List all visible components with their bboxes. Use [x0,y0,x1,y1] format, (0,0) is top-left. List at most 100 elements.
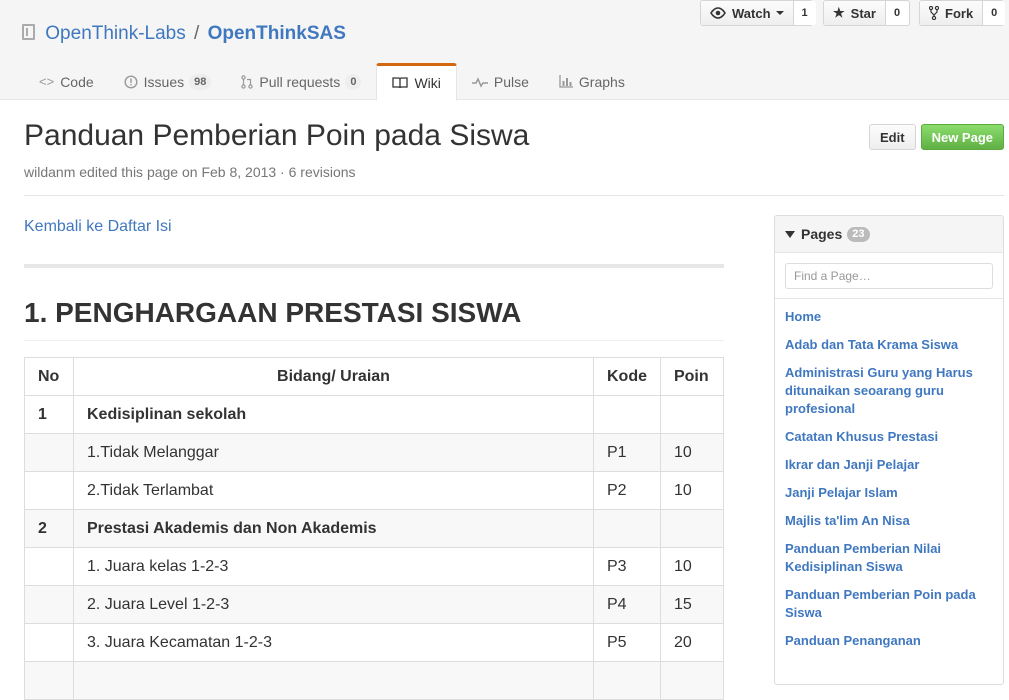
find-page-input[interactable] [785,263,993,289]
watch-label: Watch [732,5,771,21]
page-link[interactable]: Panduan Pemberian Poin pada Siswa [785,587,976,620]
repo-header: OpenThink-Labs / OpenThinkSAS Watch 1 ★ … [0,0,1009,101]
star-count[interactable]: 0 [885,1,909,25]
cell-poin: 15 [659,585,725,624]
list-item: Panduan Pemberian Poin pada Siswa [785,581,993,627]
list-item: Home [785,303,993,331]
table-header-row: No Bidang/ Uraian Kode Poin [24,357,725,396]
cell-uraian: 1. Juara kelas 1-2-3 [72,547,594,586]
cell-no [24,471,74,510]
cell-poin: 10 [659,471,725,510]
watch-count[interactable]: 1 [793,1,816,25]
cell-uraian: 2.Tidak Terlambat [72,471,594,510]
pull-request-icon [241,74,254,89]
table-row: 1. Juara kelas 1-2-3 P3 10 [24,547,725,586]
table-row: 1 Kedisiplinan sekolah [24,395,725,434]
cell-no [24,433,74,472]
cell-kode [592,661,661,700]
issue-icon [124,74,138,89]
tab-pull-requests-label: Pull requests [259,73,341,90]
repo-title: OpenThink-Labs / OpenThinkSAS [22,22,346,46]
pull-requests-count: 0 [345,73,362,90]
cell-poin: 10 [659,433,725,472]
repo-name-link[interactable]: OpenThinkSAS [208,23,346,44]
cell-kode: P2 [592,471,661,510]
table-row: 2.Tidak Terlambat P2 10 [24,471,725,510]
cell-poin [659,661,725,700]
section-heading: 1. PENGHARGAAN PRESTASI SISWA [24,296,724,341]
cell-kode: P4 [592,585,661,624]
back-to-toc-link[interactable]: Kembali ke Daftar Isi [24,218,724,236]
tab-wiki[interactable]: Wiki [376,63,457,101]
tab-code-label: Code [60,73,94,90]
star-icon: ★ [833,5,845,20]
page-link[interactable]: Ikrar dan Janji Pelajar [785,457,919,472]
page-link[interactable]: Panduan Penanganan [785,633,921,648]
fork-button[interactable]: Fork [920,1,984,25]
page-link[interactable]: Majlis ta'lim An Nisa [785,513,910,528]
list-item: Administrasi Guru yang Harus ditunaikan … [785,359,993,423]
list-item: Janji Pelajar Islam [785,479,993,507]
cell-poin [659,509,725,548]
cell-no [24,661,74,700]
page-list: Home Adab dan Tata Krama Siswa Administr… [775,299,1003,655]
table-row: 3. Juara Kecamatan 1-2-3 P5 20 [24,623,725,662]
tab-code[interactable]: <> Code [24,63,109,100]
star-button[interactable]: ★ Star [824,1,886,25]
pages-count: 23 [847,226,870,242]
tab-wiki-label: Wiki [414,75,441,91]
page-link[interactable]: Panduan Pemberian Nilai Kedisiplinan Sis… [785,541,941,574]
list-item: Panduan Pemberian Nilai Kedisiplinan Sis… [785,535,993,581]
wiki-page-header: Panduan Pemberian Poin pada Siswa wildan… [24,116,1004,196]
cell-no: 2 [24,509,74,548]
page-filter [775,253,1003,299]
star-button-group: ★ Star 0 [823,0,910,26]
tab-pulse[interactable]: Pulse [457,63,544,100]
table-row: 2. Juara Level 1-2-3 P4 15 [24,585,725,624]
cell-uraian [72,661,594,700]
watch-button[interactable]: Watch [701,1,794,25]
eye-icon [710,7,726,19]
tab-graphs-label: Graphs [578,73,625,90]
watch-button-group: Watch 1 [700,0,816,26]
pages-sidebar: Pages 23 Home Adab dan Tata Krama Siswa … [774,215,1004,685]
column-header-kode: Kode [592,357,661,396]
repo-owner-link[interactable]: OpenThink-Labs [45,23,185,44]
cell-uraian: Prestasi Akademis dan Non Akademis [72,509,594,548]
book-icon [392,77,409,89]
pulse-icon [471,76,488,88]
cell-kode [592,395,661,434]
tab-pull-requests[interactable]: Pull requests 0 [226,63,376,100]
page-link[interactable]: Adab dan Tata Krama Siswa [785,337,958,352]
cell-poin [659,395,725,434]
cell-kode [592,509,661,548]
cell-no [24,585,74,624]
page-link[interactable]: Administrasi Guru yang Harus ditunaikan … [785,365,973,416]
column-header-no: No [24,357,74,396]
cell-uraian: 2. Juara Level 1-2-3 [72,585,594,624]
horizontal-rule [24,264,724,268]
list-item: Panduan Penanganan [785,627,993,655]
page-link[interactable]: Janji Pelajar Islam [785,485,898,500]
issues-count: 98 [189,73,212,90]
repo-path-separator: / [194,23,200,44]
new-page-button[interactable]: New Page [920,124,1004,150]
fork-count[interactable]: 0 [983,1,1006,25]
tab-issues[interactable]: Issues 98 [109,63,227,100]
page-link[interactable]: Catatan Khusus Prestasi [785,429,938,444]
edit-button[interactable]: Edit [869,124,916,150]
column-header-poin: Poin [659,357,725,396]
repo-icon [22,24,35,40]
cell-poin: 20 [659,623,725,662]
list-item: Majlis ta'lim An Nisa [785,507,993,535]
page-link[interactable]: Home [785,309,821,324]
pages-title: Pages [801,226,843,242]
tab-issues-label: Issues [143,73,185,90]
tab-graphs[interactable]: Graphs [544,63,640,100]
cell-kode: P5 [592,623,661,662]
list-item: Catatan Khusus Prestasi [785,423,993,451]
fork-icon [929,6,939,20]
table-row: 2 Prestasi Akademis dan Non Akademis [24,509,725,548]
pages-header[interactable]: Pages 23 [775,216,1003,253]
column-header-uraian: Bidang/ Uraian [72,357,594,396]
